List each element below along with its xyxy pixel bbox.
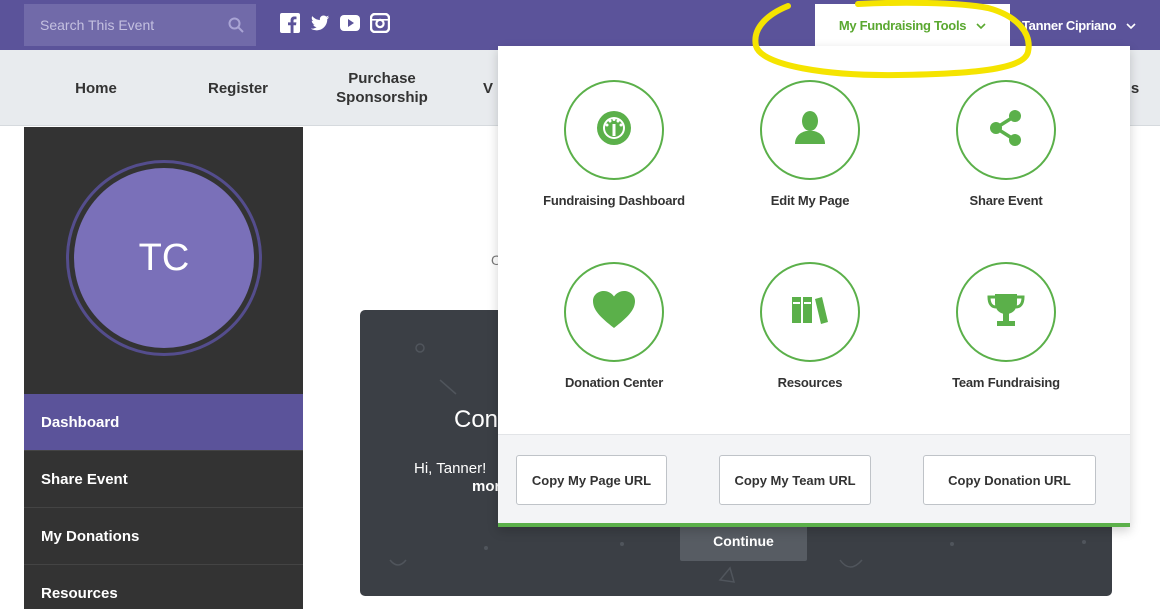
sidebar-item-dashboard[interactable]: Dashboard [24, 394, 303, 451]
top-bar: My Fundraising Tools Tanner Cipriano [0, 0, 1160, 50]
sidebar-item-label: Resources [41, 584, 118, 602]
tool-label: Team Fundraising [952, 375, 1060, 390]
my-fundraising-tools-label: My Fundraising Tools [838, 17, 967, 33]
search-icon[interactable] [228, 17, 244, 33]
my-fundraising-tools-button[interactable]: My Fundraising Tools [815, 4, 1010, 46]
tool-label: Resources [777, 375, 843, 390]
copy-url-bar: Copy My Page URL Copy My Team URL Copy D… [498, 434, 1130, 523]
continue-button[interactable]: Continue [680, 521, 807, 561]
tool-circle[interactable] [760, 80, 860, 180]
avatar-initials: TC [138, 236, 190, 279]
facebook-icon[interactable] [280, 13, 300, 33]
chevron-down-icon [1126, 18, 1136, 33]
tool-team-fundraising[interactable]: Team Fundraising [906, 262, 1106, 390]
copy-my-page-url-button[interactable]: Copy My Page URL [516, 455, 667, 505]
tool-label: Edit My Page [770, 193, 850, 208]
nav-item-partial[interactable]: V [483, 50, 497, 126]
share-icon [986, 108, 1026, 153]
user-name: Tanner Cipriano [1022, 17, 1117, 33]
tool-share-event[interactable]: Share Event [906, 80, 1106, 208]
chevron-down-icon [976, 18, 986, 33]
gauge-icon [594, 108, 634, 153]
continue-label: Continue [713, 533, 774, 549]
heart-icon [592, 290, 636, 335]
sidebar: TC Dashboard Share Event My Donations Re… [24, 127, 303, 609]
tool-label: Fundraising Dashboard [543, 193, 685, 208]
sidebar-item-label: Share Event [41, 470, 128, 488]
sidebar-item-my-donations[interactable]: My Donations [24, 508, 303, 565]
tool-resources[interactable]: Resources [710, 262, 910, 390]
user-menu-button[interactable]: Tanner Cipriano [1022, 4, 1160, 46]
tool-fundraising-dashboard[interactable]: Fundraising Dashboard [514, 80, 714, 208]
trophy-icon [986, 291, 1026, 334]
tool-donation-center[interactable]: Donation Center [514, 262, 714, 390]
tool-circle[interactable] [564, 80, 664, 180]
nav-item-register[interactable]: Register [192, 50, 284, 126]
tool-edit-my-page[interactable]: Edit My Page [710, 80, 910, 208]
nav-item-home[interactable]: Home [50, 50, 142, 126]
youtube-icon[interactable] [340, 13, 360, 33]
sidebar-item-share-event[interactable]: Share Event [24, 451, 303, 508]
copy-button-label: Copy Donation URL [948, 472, 1071, 488]
sidebar-item-label: Dashboard [41, 413, 120, 431]
search-box[interactable] [24, 4, 256, 46]
search-input[interactable] [40, 17, 220, 33]
tool-label: Donation Center [564, 375, 664, 390]
instagram-icon[interactable] [370, 13, 390, 33]
copy-button-label: Copy My Page URL [531, 472, 652, 488]
nav-item-purchase-sponsorship[interactable]: Purchase Sponsorship [320, 50, 444, 126]
social-links [280, 13, 390, 33]
books-icon [791, 295, 829, 330]
sidebar-item-resources[interactable]: Resources [24, 565, 303, 609]
copy-button-label: Copy My Team URL [734, 472, 856, 488]
sidebar-item-label: My Donations [41, 527, 140, 545]
tool-circle[interactable] [956, 80, 1056, 180]
tool-circle[interactable] [564, 262, 664, 362]
copy-donation-url-button[interactable]: Copy Donation URL [923, 455, 1096, 505]
card-text: Hi, Tanner! [414, 460, 487, 477]
copy-my-team-url-button[interactable]: Copy My Team URL [719, 455, 871, 505]
tool-circle[interactable] [956, 262, 1056, 362]
avatar[interactable]: TC [74, 168, 254, 348]
tool-label: Share Event [969, 193, 1043, 208]
card-title: Con [454, 406, 499, 433]
tool-circle[interactable] [760, 262, 860, 362]
person-icon [793, 110, 827, 151]
fundraising-tools-dropdown: Fundraising Dashboard Edit My Page Share… [498, 46, 1130, 527]
twitter-icon[interactable] [310, 13, 330, 33]
nav-item-partial-right[interactable]: s [1128, 50, 1142, 126]
